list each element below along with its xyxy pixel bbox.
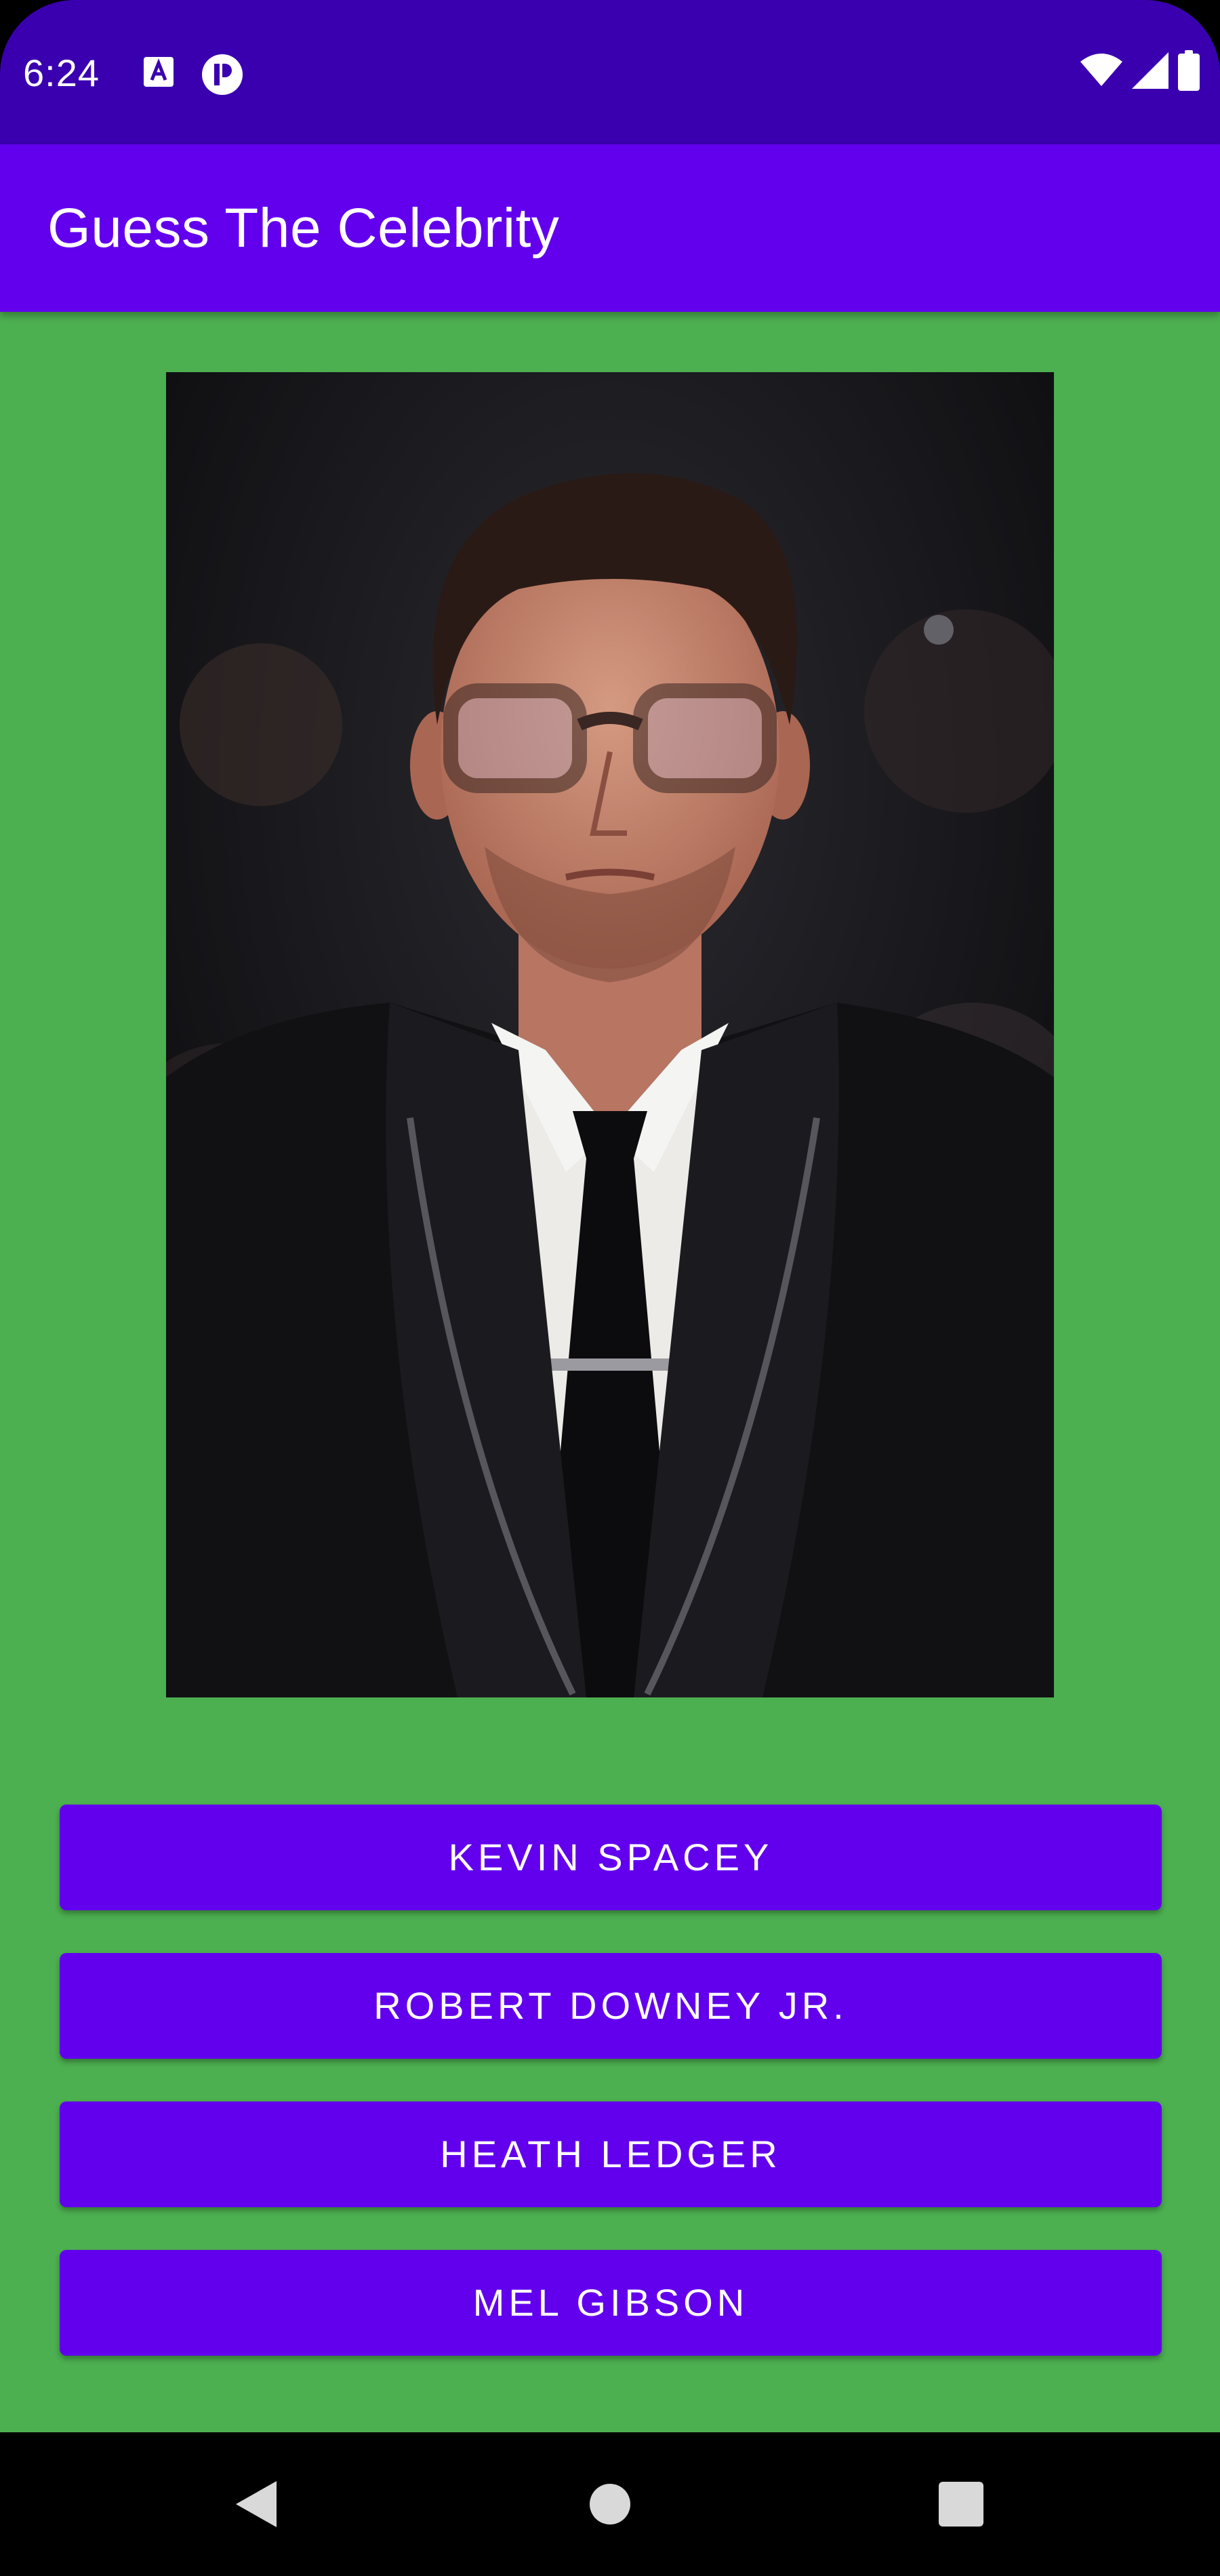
phone-screen: 6:24 Guess The Celebrity KEVIN SPACEY RO… <box>0 0 1220 2576</box>
status-time: 6:24 <box>23 52 100 94</box>
system-status-icons <box>1080 49 1200 94</box>
answer-button-kevin-spacey[interactable]: KEVIN SPACEY <box>60 1805 1162 1910</box>
navigation-bar <box>0 2432 1220 2576</box>
status-bar: 6:24 <box>0 0 1220 144</box>
answer-options: KEVIN SPACEY ROBERT DOWNEY JR. HEATH LED… <box>60 1805 1162 2398</box>
answer-button-mel-gibson[interactable]: MEL GIBSON <box>60 2250 1162 2356</box>
home-icon[interactable] <box>575 2469 645 2539</box>
app-title: Guess The Celebrity <box>47 197 560 259</box>
wifi-icon <box>1080 53 1122 91</box>
answer-button-heath-ledger[interactable]: HEATH LEDGER <box>60 2101 1162 2207</box>
quiz-content: KEVIN SPACEY ROBERT DOWNEY JR. HEATH LED… <box>0 312 1220 2432</box>
back-icon[interactable] <box>220 2469 291 2539</box>
app-bar: Guess The Celebrity <box>0 144 1220 312</box>
answer-button-robert-downey-jr[interactable]: ROBERT DOWNEY JR. <box>60 1953 1162 2059</box>
circle-p-icon <box>201 53 244 96</box>
recents-icon[interactable] <box>926 2469 996 2539</box>
celebrity-photo <box>166 372 1054 1697</box>
signal-icon <box>1132 52 1168 92</box>
battery-icon <box>1178 49 1200 94</box>
text-a-icon <box>144 57 174 87</box>
